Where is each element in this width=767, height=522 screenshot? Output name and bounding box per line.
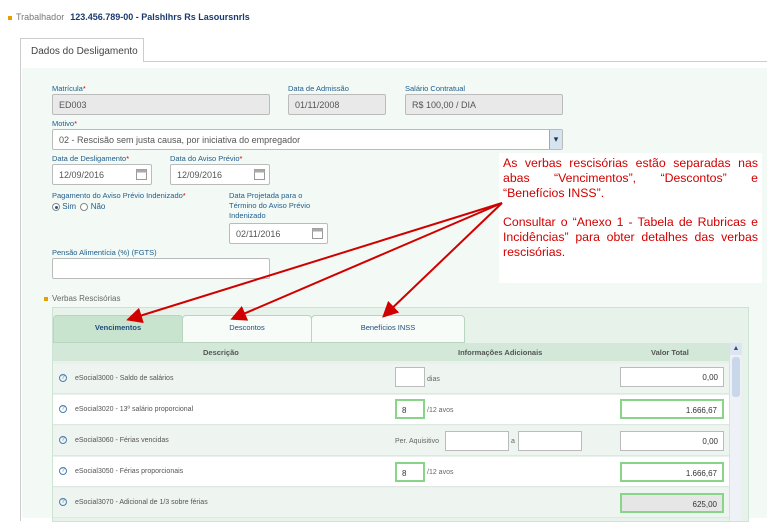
arrow-to-descontos [230,202,503,321]
annotation-arrows [126,202,503,324]
arrow-to-vencimentos [126,202,503,324]
arrow-to-beneficios [382,202,503,318]
